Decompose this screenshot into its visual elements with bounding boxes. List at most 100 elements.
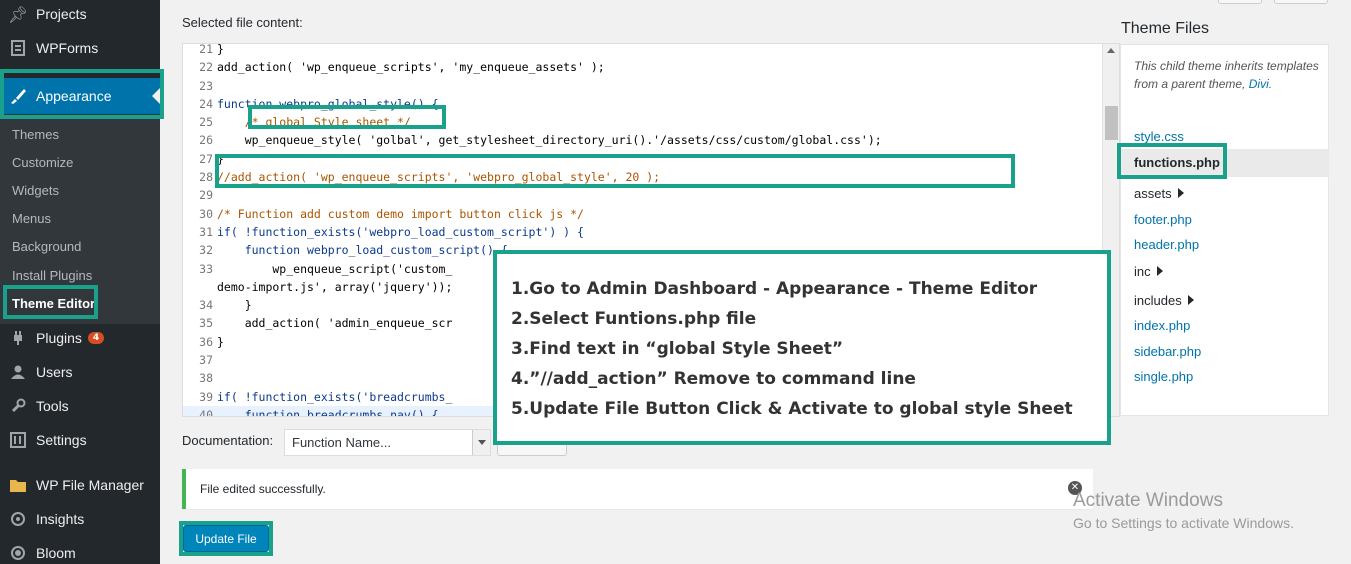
documentation-function-select[interactable]: Function Name... — [284, 429, 491, 456]
line-number: 26 — [199, 133, 213, 148]
pin-icon: 📌︎ — [7, 4, 29, 24]
sidebar-item-users[interactable]: Users — [0, 355, 160, 389]
line-text: demo-import.js', array('jquery')); — [217, 279, 453, 294]
instruction-step: 2.Select Funtions.php file — [511, 309, 757, 329]
line-number: 38 — [199, 371, 213, 386]
instruction-step: 3.Find text in “global Style Sheet” — [511, 339, 844, 359]
user-icon — [0, 364, 36, 380]
submenu-item-widgets[interactable]: Widgets — [12, 183, 59, 198]
form-icon — [0, 40, 36, 56]
submenu-item-background[interactable]: Background — [12, 239, 81, 254]
annotation-box-appearance — [0, 69, 164, 119]
child-theme-note: This child theme inherits templates from… — [1134, 57, 1324, 93]
sidebar-item-label: WP File Manager — [36, 477, 144, 493]
expand-arrow-icon — [1156, 266, 1163, 276]
scroll-up-arrow-icon[interactable] — [1107, 48, 1115, 53]
bloom-icon — [0, 545, 36, 561]
sidebar-item-label: Settings — [36, 432, 87, 448]
folder-label: inc — [1134, 264, 1151, 279]
update-file-button[interactable]: Update File — [183, 525, 269, 552]
line-number: 32 — [199, 243, 213, 258]
file-sidebar-php[interactable]: sidebar.php — [1134, 344, 1201, 359]
line-number: 39 — [199, 389, 213, 404]
child-theme-note-text: This child theme inherits templates from… — [1134, 59, 1319, 91]
line-text: wp_enqueue_script('custom_ — [217, 261, 453, 276]
line-text: } — [217, 298, 252, 313]
update-count-badge: 4 — [87, 332, 105, 344]
line-text: function breadcrumbs_nav() { — [217, 407, 439, 417]
sidebar-item-projects[interactable]: 📌︎ Projects — [0, 0, 160, 31]
submenu-item-themes[interactable]: Themes — [12, 127, 59, 142]
line-number: 24 — [199, 96, 213, 111]
documentation-label: Documentation: — [182, 433, 274, 448]
expand-arrow-icon — [1177, 188, 1184, 198]
sidebar-item-label: Tools — [36, 398, 69, 414]
submenu-item-menus[interactable]: Menus — [12, 211, 51, 226]
folder-inc[interactable]: inc — [1134, 264, 1163, 279]
line-text: wp_enqueue_style( 'golbal', get_styleshe… — [217, 133, 882, 148]
sidebar-item-label: Projects — [36, 6, 87, 22]
annotation-box-functions-php — [1117, 143, 1227, 179]
settings-icon — [0, 432, 36, 448]
instruction-step: 1.Go to Admin Dashboard - Appearance - T… — [511, 279, 1038, 299]
chevron-down-icon — [472, 430, 490, 455]
line-text: if( !function_exists('webpro_load_custom… — [217, 224, 584, 239]
select-theme-fragment[interactable] — [1218, 0, 1262, 4]
insights-icon — [0, 511, 36, 527]
select-value: Function Name... — [292, 435, 391, 450]
line-number: 22 — [199, 60, 213, 75]
line-number: 36 — [199, 334, 213, 349]
line-text: } — [217, 334, 224, 349]
activate-windows-title: Activate Windows — [1073, 490, 1223, 511]
scrollbar-thumb[interactable] — [1105, 106, 1118, 140]
sidebar-item-wp-file-manager[interactable]: WP File Manager — [0, 468, 160, 502]
instructions-box: 1.Go to Admin Dashboard - Appearance - T… — [493, 250, 1111, 445]
file-index-php[interactable]: index.php — [1134, 318, 1190, 333]
line-text: } — [217, 43, 224, 56]
file-single-php[interactable]: single.php — [1134, 369, 1193, 384]
activate-windows-subtitle: Go to Settings to activate Windows. — [1073, 515, 1294, 531]
line-number: 21 — [199, 43, 213, 56]
code-line: 30 /* Function add custom demo import but… — [183, 205, 1103, 223]
select-button-fragment[interactable] — [1274, 0, 1328, 4]
line-number: 40 — [199, 407, 213, 417]
submenu-item-install-plugins[interactable]: Install Plugins — [12, 268, 92, 283]
sidebar-item-settings[interactable]: Settings — [0, 423, 160, 457]
notice-text: File edited successfully. — [200, 482, 326, 496]
line-text: /* Function add custom demo import butto… — [217, 206, 584, 221]
line-number: 31 — [199, 224, 213, 239]
annotation-box-theme-editor — [3, 285, 98, 319]
sidebar-item-wpforms[interactable]: WPForms — [0, 31, 160, 65]
instruction-step: 5.Update File Button Click & Activate to… — [511, 399, 1073, 419]
expand-arrow-icon — [1187, 295, 1194, 305]
sidebar-item-tools[interactable]: Tools — [0, 389, 160, 423]
code-line: 29 — [183, 186, 1103, 204]
file-header-php[interactable]: header.php — [1134, 237, 1199, 252]
line-number: 37 — [199, 353, 213, 368]
sidebar-item-label: Users — [36, 364, 73, 380]
annotation-box-add-action-line — [215, 154, 1015, 188]
line-text: add_action( 'wp_enqueue_scripts', 'my_en… — [217, 60, 605, 75]
sidebar-item-bloom[interactable]: Bloom — [0, 536, 160, 564]
file-style-css[interactable]: style.css — [1134, 129, 1184, 144]
line-text: add_action( 'admin_enqueue_scr — [217, 316, 453, 331]
instruction-step: 4.”//add_action” Remove to command line — [511, 369, 916, 389]
submenu-item-customize[interactable]: Customize — [12, 155, 73, 170]
theme-files-title: Theme Files — [1121, 20, 1210, 37]
line-number: 29 — [199, 188, 213, 203]
line-number: 33 — [199, 261, 213, 276]
file-footer-php[interactable]: footer.php — [1134, 212, 1192, 227]
parent-theme-link[interactable]: Divi. — [1249, 77, 1272, 91]
line-text: if( !function_exists('breadcrumbs_ — [217, 389, 453, 404]
sidebar-item-label: Plugins — [36, 330, 82, 346]
code-line: 23 — [183, 77, 1103, 95]
folder-includes[interactable]: includes — [1134, 293, 1194, 308]
folder-assets[interactable]: assets — [1134, 186, 1184, 201]
folder-icon — [0, 477, 36, 493]
code-line: 31 if( !function_exists('webpro_load_cust… — [183, 223, 1103, 241]
sidebar-item-label: Bloom — [36, 545, 76, 561]
sidebar-item-plugins[interactable]: Plugins 4 — [0, 321, 160, 355]
line-number: 30 — [199, 206, 213, 221]
wrench-icon — [0, 398, 36, 414]
sidebar-item-insights[interactable]: Insights — [0, 502, 160, 536]
